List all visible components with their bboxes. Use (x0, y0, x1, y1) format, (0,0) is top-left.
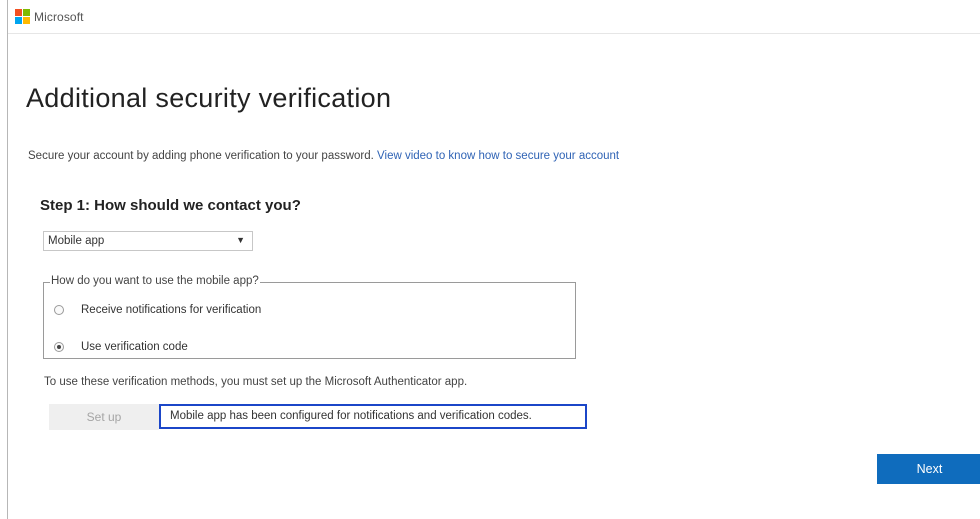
next-button[interactable]: Next (877, 454, 980, 484)
intro-text: Secure your account by adding phone veri… (28, 150, 619, 162)
header-bar: Microsoft (8, 0, 980, 34)
notification-radio[interactable] (54, 305, 64, 315)
page-title: Additional security verification (26, 83, 392, 113)
contact-method-value: Mobile app (48, 235, 105, 247)
configuration-status-message: Mobile app has been configured for notif… (159, 404, 587, 429)
intro-description: Secure your account by adding phone veri… (28, 150, 374, 162)
step-1-heading: Step 1: How should we contact you? (40, 197, 301, 214)
microsoft-logo-icon (15, 9, 30, 24)
set-up-button[interactable]: Set up (49, 404, 159, 430)
video-link[interactable]: View video to know how to secure your ac… (377, 150, 619, 162)
notification-option-label: Receive notifications for verification (81, 304, 262, 316)
mobile-app-options-group: How do you want to use the mobile app? R… (43, 275, 576, 359)
verification-code-radio[interactable] (54, 342, 64, 352)
verification-code-option-label: Use verification code (81, 341, 188, 353)
verification-code-option[interactable]: Use verification code (54, 341, 188, 353)
page-frame: Microsoft Additional security verificati… (7, 0, 980, 519)
mobile-app-options-legend: How do you want to use the mobile app? (50, 275, 260, 287)
notification-option[interactable]: Receive notifications for verification (54, 304, 261, 316)
brand-name: Microsoft (34, 9, 84, 24)
contact-method-select[interactable]: Mobile app ▼ (43, 231, 253, 251)
microsoft-logo: Microsoft (15, 9, 84, 24)
dropdown-arrow-icon: ▼ (236, 235, 245, 245)
authenticator-note: To use these verification methods, you m… (44, 376, 468, 388)
